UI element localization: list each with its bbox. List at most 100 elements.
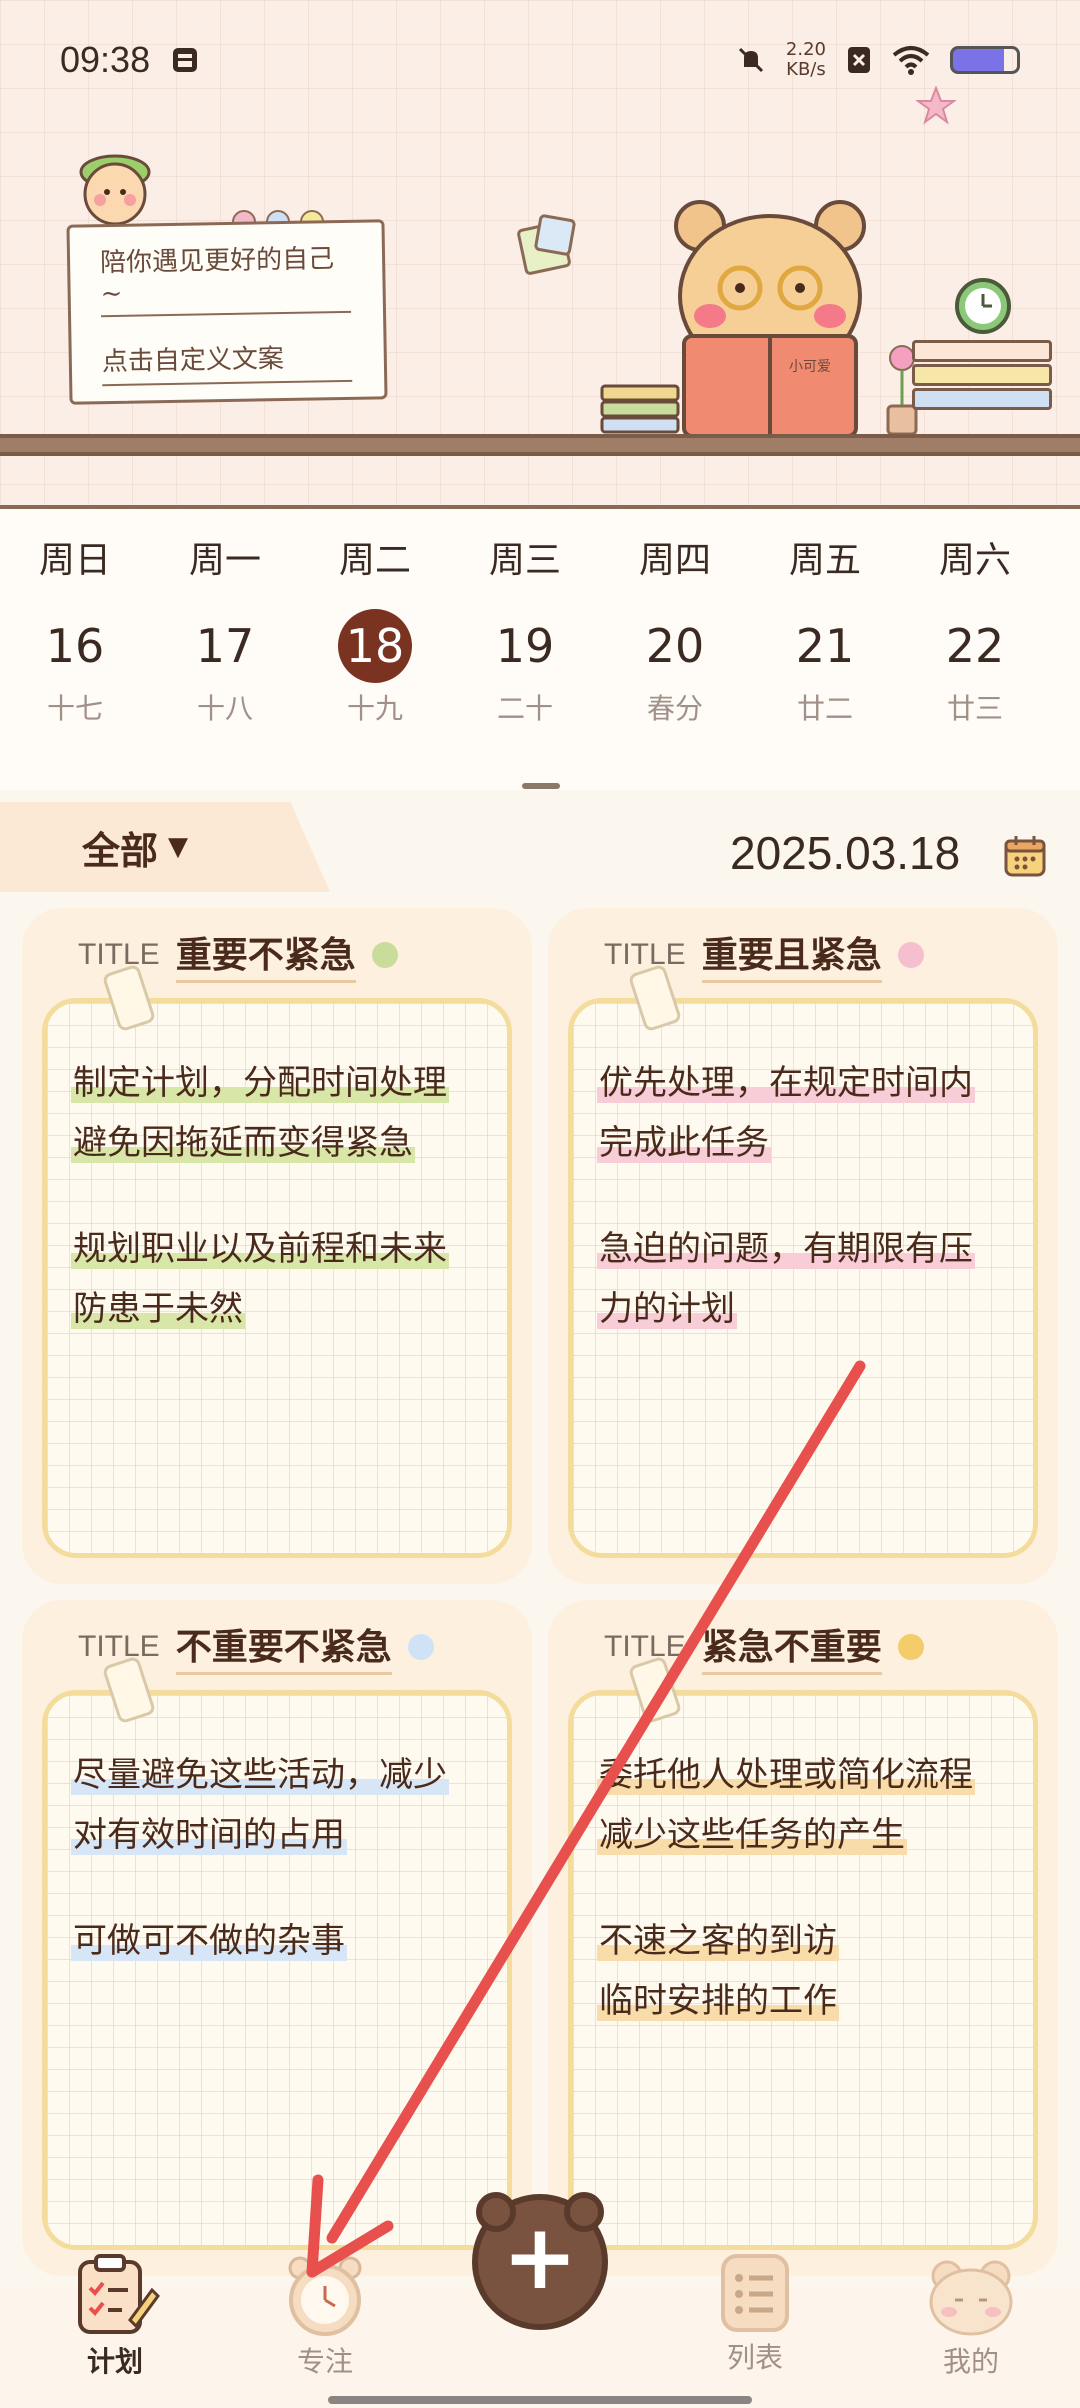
home-indicator[interactable] [328,2396,752,2404]
calendar-drag-handle[interactable] [522,783,560,789]
network-speed: 2.20 KB/s [785,39,826,80]
quadrant-title-label: TITLE [604,1629,686,1663]
list-icon [721,2254,789,2332]
quadrant-line: 制定计划，分配时间处理 [71,1063,449,1103]
battery-icon [950,46,1020,74]
quadrant-title: 紧急不重要 [701,1618,882,1675]
quadrant-line: 尽量避免这些活动，减少 [71,1755,449,1795]
nav-list-label: 列表 [726,2341,783,2374]
quadrant-line: 力的计划 [597,1289,737,1329]
quadrant-line: 对有效时间的占用 [71,1815,347,1855]
quadrant-line: 委托他人处理或简化流程 [597,1755,975,1795]
header-banner: 09:38 2.20 KB/s 陪你遇见更好的自己~ 点击自定义文案 小可爱 [0,0,1080,505]
date-row: 16 17 18 19 20 21 22 [0,609,1080,683]
caret-down-icon: ▼ [168,832,189,862]
filter-dropdown[interactable]: 全部 ▼ [0,802,330,892]
shelf-divider [0,434,1080,456]
quadrant-color-dot [897,1633,924,1660]
quadrant-line: 防患于未然 [71,1289,245,1329]
quadrant-paper: 尽量避免这些活动，减少 对有效时间的占用 可做可不做的杂事 [42,1690,512,2250]
weekday-label: 周一 [188,540,261,581]
lunar-label: 廿二 [796,692,853,725]
quadrant-title: 重要不紧急 [175,926,356,983]
quadrant-title: 重要且紧急 [701,926,882,983]
quadrant-color-dot [897,941,924,968]
add-task-button[interactable]: + [472,2192,608,2330]
current-date: 2025.03.18 [730,827,961,879]
plus-icon: + [502,2205,578,2310]
lunar-label: 廿三 [946,692,1003,725]
quadrant-paper: 制定计划，分配时间处理 避免因拖延而变得紧急 规划职业以及前程和未来 防患于未然 [42,998,512,1558]
weekday-label: 周二 [338,540,411,581]
lunar-label: 春分 [646,692,703,725]
quadrant-line: 优先处理，在规定时间内 [597,1063,975,1103]
date-cell-21[interactable]: 21 [750,609,900,683]
quadrant-color-dot [371,941,398,968]
weekday-label: 周日 [38,540,111,581]
date-cell-18-selected[interactable]: 18 [300,609,450,683]
date-cell-17[interactable]: 17 [150,609,300,683]
quadrant-line: 完成此任务 [597,1123,771,1163]
weekday-label: 周三 [488,540,561,581]
custom-text-card[interactable]: 陪你遇见更好的自己~ 点击自定义文案 [66,219,388,405]
lunar-label: 二十 [496,692,553,725]
book-label: 小可爱 [789,359,831,375]
wifi-icon [892,46,930,75]
book-stack-icon [912,340,1052,436]
quadrant-title-label: TITLE [78,937,160,971]
week-calendar: 周日 周一 周二 周三 周四 周五 周六 16 17 18 19 20 21 2… [0,505,1080,790]
nav-plan[interactable]: 计划 [60,2250,170,2380]
quadrant-title-label: TITLE [604,937,686,971]
status-time: 09:38 [60,39,151,80]
weekday-label: 周五 [788,540,861,581]
lunar-label: 十八 [196,692,253,725]
nav-focus-label: 专注 [296,2345,353,2378]
quadrant-line: 临时安排的工作 [597,1981,839,2021]
quadrant-not-important-not-urgent[interactable]: TITLE 不重要不紧急 尽量避免这些活动，减少 对有效时间的占用 可做可不做的… [22,1600,532,2276]
nav-me[interactable]: 我的 [916,2250,1026,2380]
quadrant-line: 减少这些任务的产生 [597,1815,907,1855]
date-cell-22[interactable]: 22 [900,609,1050,683]
weekday-label: 周四 [638,540,711,581]
nav-me-label: 我的 [942,2345,999,2378]
alarm-clock-decor-icon [955,278,1011,334]
clipboard-checklist-icon [78,2254,160,2334]
custom-text-line-2: 点击自定义文案 [101,336,353,387]
nav-focus[interactable]: 专注 [270,2250,380,2380]
quadrant-title-label: TITLE [78,1629,160,1663]
quadrant-urgent-not-important[interactable]: TITLE 紧急不重要 委托他人处理或简化流程 减少这些任务的产生 不速之客的到… [548,1600,1058,2276]
quadrant-paper: 优先处理，在规定时间内 完成此任务 急迫的问题，有期限有压 力的计划 [568,998,1038,1558]
sim-off-icon [848,47,870,73]
lunar-label: 十七 [46,692,103,725]
notification-icon [173,48,198,72]
quadrant-title: 不重要不紧急 [175,1618,392,1675]
calendar-icon[interactable] [1003,834,1047,878]
weekday-row: 周日 周一 周二 周三 周四 周五 周六 [0,531,1080,583]
reading-bear-illustration-icon: 小可爱 [674,200,866,436]
nav-plan-label: 计划 [86,2345,143,2378]
quadrant-important-not-urgent[interactable]: TITLE 重要不紧急 制定计划，分配时间处理 避免因拖延而变得紧急 规划职业以… [22,908,532,1584]
lunar-label: 十九 [346,692,403,725]
star-icon [916,86,956,125]
quadrant-paper: 委托他人处理或简化流程 减少这些任务的产生 不速之客的到访 临时安排的工作 [568,1690,1038,2250]
quadrant-line: 规划职业以及前程和未来 [71,1229,449,1269]
quadrant-line: 急迫的问题，有期限有压 [597,1229,975,1269]
mute-icon [738,47,763,73]
sticky-note-icon [517,214,576,275]
weekday-label: 周六 [938,540,1011,581]
nav-list[interactable]: 列表 [700,2250,810,2376]
quadrant-line: 避免因拖延而变得紧急 [71,1123,415,1163]
book-stack-left-icon [600,384,680,434]
date-cell-19[interactable]: 19 [450,609,600,683]
quadrant-color-dot [407,1633,434,1660]
custom-text-line-1: 陪你遇见更好的自己~ [99,237,352,318]
alarm-clock-icon [288,2256,362,2336]
hamster-avatar-icon [929,2260,1013,2336]
quadrant-important-urgent[interactable]: TITLE 重要且紧急 优先处理，在规定时间内 完成此任务 急迫的问题，有期限有… [548,908,1058,1584]
lunar-row: 十七 十八 十九 二十 春分 廿二 廿三 [0,687,1080,727]
filter-label: 全部 [82,827,159,873]
date-cell-16[interactable]: 16 [0,609,150,683]
date-cell-20[interactable]: 20 [600,609,750,683]
quadrant-line: 可做可不做的杂事 [71,1921,347,1961]
quadrant-line: 不速之客的到访 [597,1921,839,1961]
